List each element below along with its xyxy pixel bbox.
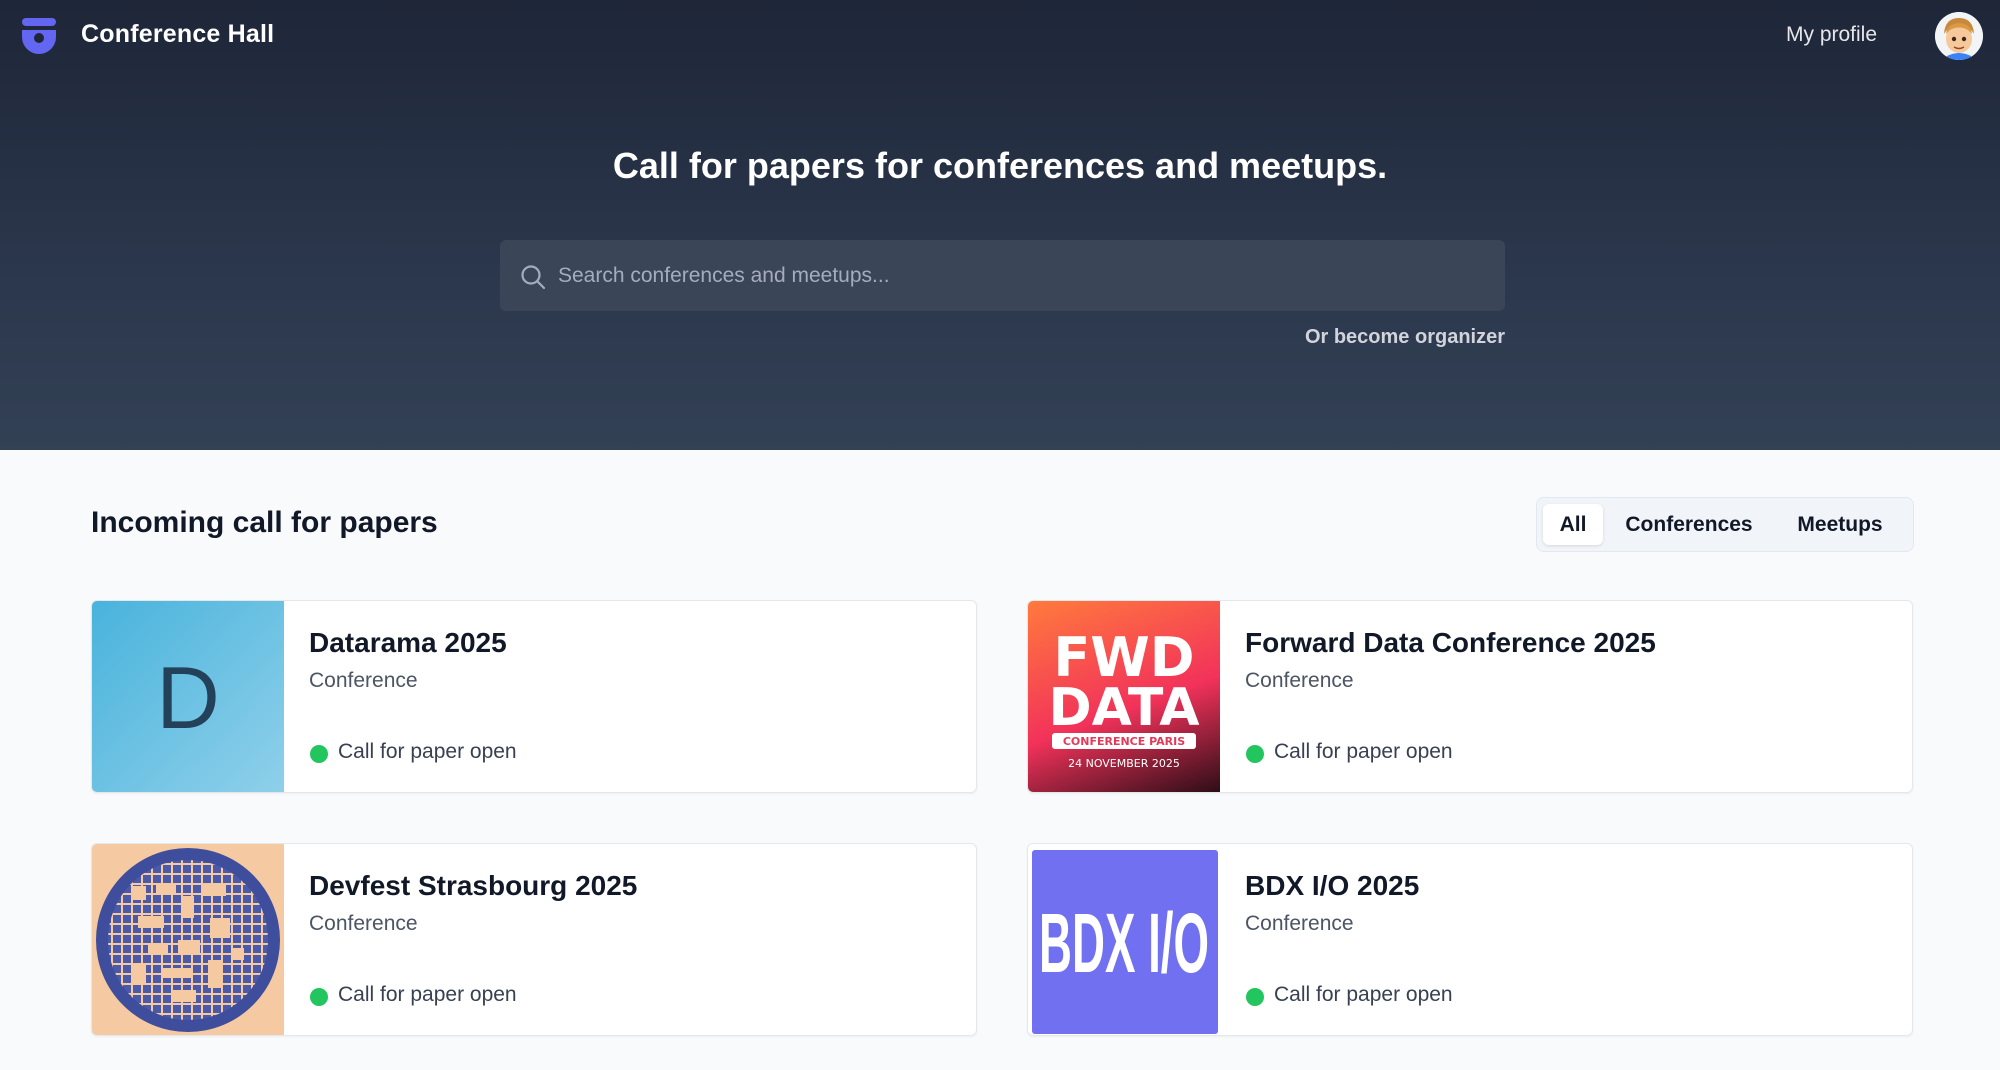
- event-logo: D: [92, 601, 284, 792]
- event-card-bdx-io[interactable]: BDX I/O BDX I/O 2025 Conference Call for…: [1027, 843, 1913, 1036]
- navbar: Conference Hall My profile: [0, 0, 2000, 72]
- logo-line-3: CONFERENCE PARIS: [1063, 735, 1185, 748]
- hero-headline: Call for papers for conferences and meet…: [612, 145, 1388, 186]
- disco-ball-logo-icon: [96, 848, 280, 1032]
- event-status: Call for paper open: [338, 740, 517, 763]
- event-logo: BDX I/O: [1028, 844, 1220, 1035]
- event-type-filter: All Conferences Meetups: [1536, 497, 1914, 552]
- event-card-devfest-strasbourg[interactable]: Devfest Strasbourg 2025 Conference Call …: [91, 843, 977, 1036]
- hero-section: Conference Hall My profile Call for pape…: [0, 0, 2000, 450]
- filter-conferences[interactable]: Conferences: [1609, 504, 1769, 545]
- conference-hall-logo-icon[interactable]: [19, 17, 59, 55]
- avatar-icon: [1935, 12, 1983, 60]
- event-status: Call for paper open: [1274, 983, 1453, 1006]
- status-dot-icon: [310, 745, 328, 763]
- event-type: Conference: [1245, 669, 1354, 692]
- logo-text: BDX I/O: [1039, 896, 1209, 990]
- logo-line-4: 24 NOVEMBER 2025: [1068, 757, 1180, 770]
- event-type: Conference: [309, 669, 418, 692]
- fwd-data-logo-icon: FWD DATA CONFERENCE PARIS 24 NOVEMBER 20…: [1048, 626, 1199, 770]
- event-status: Call for paper open: [338, 983, 517, 1006]
- event-title: Forward Data Conference 2025: [1245, 627, 1656, 658]
- event-title: Datarama 2025: [309, 627, 507, 658]
- event-card-forward-data[interactable]: FWD DATA CONFERENCE PARIS 24 NOVEMBER 20…: [1027, 600, 1913, 793]
- filter-meetups[interactable]: Meetups: [1775, 504, 1905, 545]
- event-logo: FWD DATA CONFERENCE PARIS 24 NOVEMBER 20…: [1028, 601, 1220, 792]
- event-title: BDX I/O 2025: [1245, 870, 1420, 901]
- logo-line-2: DATA: [1048, 678, 1199, 738]
- event-status: Call for paper open: [1274, 740, 1453, 763]
- my-profile-link[interactable]: My profile: [1786, 23, 1877, 47]
- event-type: Conference: [1245, 912, 1354, 935]
- search-input[interactable]: [558, 240, 1488, 311]
- status-dot-icon: [1246, 745, 1264, 763]
- search-bar[interactable]: [500, 240, 1505, 311]
- status-dot-icon: [310, 988, 328, 1006]
- event-title: Devfest Strasbourg 2025: [309, 870, 638, 901]
- event-logo: [92, 844, 284, 1035]
- filter-all[interactable]: All: [1543, 504, 1603, 545]
- event-card-datarama[interactable]: D Datarama 2025 Conference Call for pape…: [91, 600, 977, 793]
- become-organizer-link[interactable]: Or become organizer: [1200, 326, 1505, 349]
- search-icon: [521, 265, 546, 290]
- section-title: Incoming call for papers: [91, 506, 438, 539]
- status-dot-icon: [1246, 988, 1264, 1006]
- app-title[interactable]: Conference Hall: [81, 20, 274, 49]
- avatar[interactable]: [1935, 12, 1983, 60]
- event-type: Conference: [309, 912, 418, 935]
- event-logo-letter: D: [156, 648, 220, 747]
- bdx-io-logo-icon: BDX I/O: [1039, 896, 1209, 990]
